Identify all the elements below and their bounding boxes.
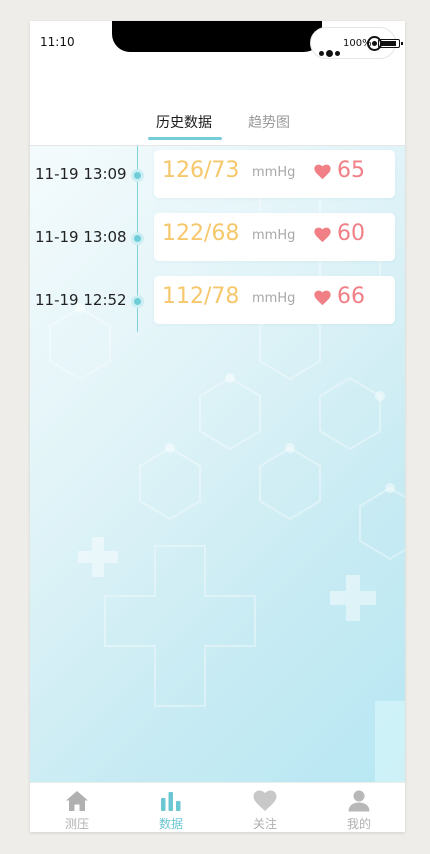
record-card[interactable]: 122/68 mmHg 60 (154, 213, 395, 261)
tab-follow[interactable]: 关注 (218, 783, 312, 832)
tab-history[interactable]: 历史数据 (156, 112, 212, 132)
history-list[interactable]: 11-19 13:09 126/73 mmHg 65 11-19 13:08 1… (30, 146, 405, 782)
timeline-dot (131, 169, 144, 182)
user-icon (348, 790, 370, 812)
heart-rate-value: 66 (337, 284, 365, 309)
record-time: 11-19 13:09 (35, 165, 127, 183)
pressure-unit: mmHg (252, 291, 296, 306)
mini-program-capsule[interactable]: 100% (310, 27, 403, 60)
tab-trend[interactable]: 趋势图 (248, 112, 290, 132)
record-card[interactable]: 126/73 mmHg 65 (154, 150, 395, 198)
tab-label: 关注 (252, 817, 277, 831)
pressure-unit: mmHg (252, 228, 296, 243)
list-item[interactable]: 11-19 13:08 122/68 mmHg 60 (30, 213, 405, 261)
tab-profile[interactable]: 我的 (312, 783, 405, 832)
blood-pressure-value: 122/68 (162, 221, 240, 246)
tab-label: 测压 (64, 817, 89, 831)
heart-rate-value: 65 (337, 158, 365, 183)
list-item[interactable]: 11-19 13:09 126/73 mmHg 65 (30, 150, 405, 198)
active-tab-indicator (148, 137, 222, 140)
bar-chart-icon (161, 792, 181, 811)
record-card[interactable]: 112/78 mmHg 66 (154, 276, 395, 324)
tab-data[interactable]: 数据 (124, 783, 218, 832)
heart-icon (314, 164, 331, 180)
timeline-dot (131, 295, 144, 308)
status-time: 11:10 (40, 35, 75, 49)
phone-screen: 11:10 100% 历史数据 趋势图 11-19 13:09 126/73 m… (30, 21, 405, 832)
heart-icon (314, 227, 331, 243)
timeline-dot (131, 232, 144, 245)
heart-icon (314, 290, 331, 306)
list-item[interactable]: 11-19 12:52 112/78 mmHg 66 (30, 276, 405, 324)
tab-measure[interactable]: 测压 (30, 783, 124, 832)
top-tabs: 历史数据 趋势图 (30, 107, 405, 146)
bottom-tab-bar: 测压 数据 关注 我的 (30, 782, 405, 832)
blood-pressure-value: 126/73 (162, 158, 240, 183)
pressure-unit: mmHg (252, 165, 296, 180)
tab-label: 数据 (158, 817, 183, 831)
status-bar: 11:10 100% (30, 21, 405, 65)
tab-label: 我的 (346, 817, 371, 831)
notch (112, 21, 322, 52)
record-time: 11-19 12:52 (35, 291, 127, 309)
heart-icon (253, 790, 277, 811)
home-icon (66, 791, 88, 811)
blood-pressure-value: 112/78 (162, 284, 240, 309)
record-time: 11-19 13:08 (35, 228, 127, 246)
battery-icon (378, 39, 403, 48)
more-dots-icon[interactable] (319, 41, 342, 60)
heart-rate-value: 60 (337, 221, 365, 246)
